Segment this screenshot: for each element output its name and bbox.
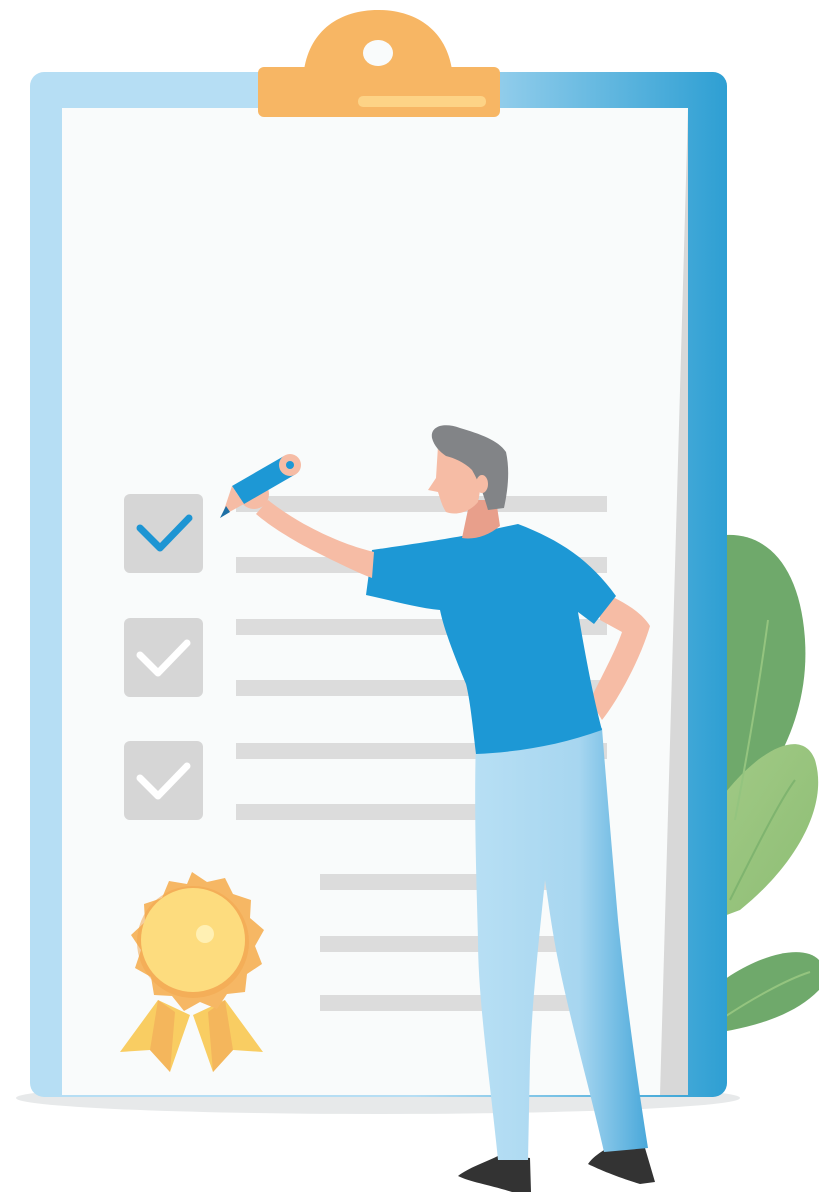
illustration-svg <box>16 10 819 1192</box>
illustration-scene <box>0 0 819 1197</box>
checkbox-3 <box>124 741 203 820</box>
shoe-left <box>458 1155 531 1192</box>
checklist-line <box>236 496 607 512</box>
ear <box>476 475 488 493</box>
shoe-right <box>588 1148 655 1184</box>
checkbox-2 <box>124 618 203 697</box>
checkbox-1 <box>124 494 203 573</box>
clipboard-clip <box>258 10 500 117</box>
